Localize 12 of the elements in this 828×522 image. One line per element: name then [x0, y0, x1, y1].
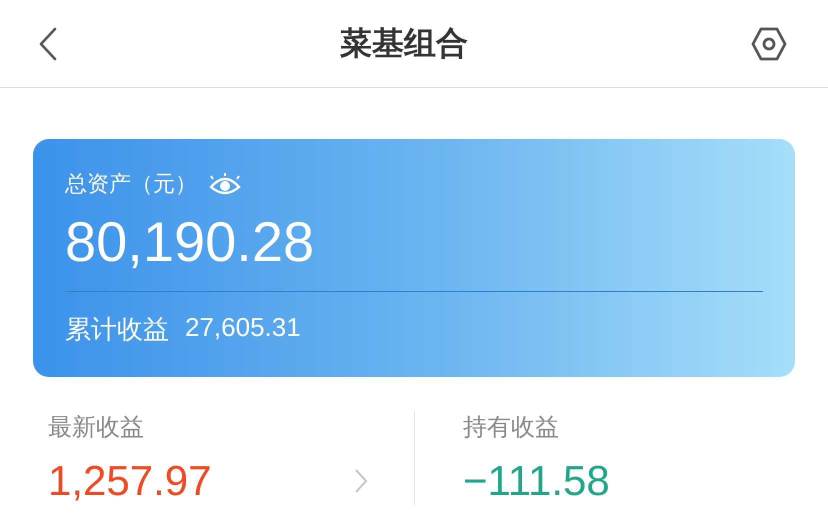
settings-icon[interactable] — [750, 26, 788, 62]
total-assets-label: 总资产（元） — [65, 170, 197, 198]
stat-label: 最新收益 — [48, 413, 145, 443]
page-title: 菜基组合 — [340, 24, 468, 62]
cumulative-income-value: 27,605.31 — [185, 312, 301, 344]
cumulative-income-label: 累计收益 — [65, 313, 169, 346]
stat-value: −111.58 — [463, 457, 610, 505]
back-icon[interactable] — [38, 26, 58, 60]
stat-value: 1,257.97 — [48, 457, 212, 505]
eye-icon[interactable] — [209, 173, 241, 195]
stat-label: 持有收益 — [463, 413, 560, 443]
total-assets-value: 80,190.28 — [65, 209, 316, 275]
